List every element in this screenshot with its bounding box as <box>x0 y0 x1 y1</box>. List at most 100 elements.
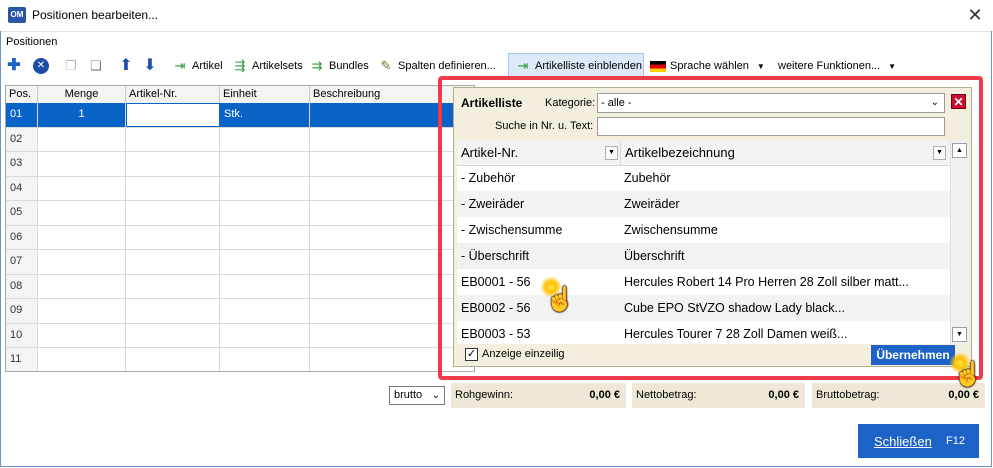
cell-einheit[interactable]: Stk. <box>220 103 310 127</box>
cell-pos[interactable]: 08 <box>6 274 38 298</box>
add-position-button[interactable]: ✚ <box>6 53 26 79</box>
table-row[interactable]: 10 <box>6 323 474 348</box>
move-down-button[interactable]: ⬇ <box>142 53 162 79</box>
cell-artikel-nr[interactable] <box>126 299 220 323</box>
cell-artikel-nr[interactable] <box>126 127 220 151</box>
cell-menge[interactable] <box>38 348 126 371</box>
bundles-label: Bundles <box>329 60 369 72</box>
col-header-artikel-nr[interactable]: Artikel-Nr. <box>126 86 220 103</box>
close-dialog-button[interactable]: Schließen F12 <box>858 424 979 458</box>
table-row[interactable]: 06 <box>6 225 474 250</box>
copy-button[interactable]: ❐ <box>63 53 83 79</box>
cell-pos[interactable]: 05 <box>6 201 38 225</box>
list-item[interactable]: - Zubehör Zubehör <box>457 165 950 191</box>
cell-einheit[interactable] <box>220 127 310 151</box>
col-header-bezeichnung[interactable]: Artikelbezeichnung <box>620 141 950 165</box>
table-row[interactable]: 08 <box>6 274 474 299</box>
scroll-up-icon[interactable]: ▲ <box>952 143 967 158</box>
table-row[interactable]: 01 1 Stk. <box>6 103 474 128</box>
table-row[interactable]: 02 <box>6 127 474 152</box>
cell-menge[interactable] <box>38 201 126 225</box>
filter-dropdown-icon[interactable]: ▼ <box>933 146 946 160</box>
cell-artikel-nr[interactable] <box>126 152 220 176</box>
cell-einheit[interactable] <box>220 152 310 176</box>
table-row[interactable]: 05 <box>6 201 474 226</box>
list-item[interactable]: - Zweiräder Zweiräder <box>457 191 950 217</box>
table-row[interactable]: 11 <box>6 348 474 371</box>
artikel-button[interactable]: ⇥ Artikel <box>172 53 223 79</box>
cell-artikel-nr[interactable] <box>126 274 220 298</box>
cell-menge[interactable] <box>38 152 126 176</box>
cell-menge[interactable] <box>38 299 126 323</box>
list-item[interactable]: - Überschrift Überschrift <box>457 243 950 269</box>
col-header-einheit[interactable]: Einheit <box>220 86 310 103</box>
einzeilig-checkbox[interactable]: ✓ <box>465 348 478 361</box>
cell-einheit[interactable] <box>220 274 310 298</box>
cell-artikel-nr[interactable] <box>126 103 220 127</box>
search-input[interactable] <box>597 117 945 136</box>
table-row[interactable]: 03 <box>6 152 474 177</box>
window-close-button[interactable]: ✕ <box>964 3 986 27</box>
cell-artikel-nr[interactable] <box>126 323 220 347</box>
filter-dropdown-icon[interactable]: ▼ <box>605 146 618 160</box>
cell-menge[interactable] <box>38 176 126 200</box>
cell-artikel-nr[interactable] <box>126 348 220 371</box>
cell-menge[interactable] <box>38 323 126 347</box>
artikel-bezeichnung-cell: Überschrift <box>624 249 685 263</box>
cell-menge[interactable] <box>38 127 126 151</box>
delete-position-button[interactable]: ✕ <box>33 53 53 79</box>
cell-einheit[interactable] <box>220 323 310 347</box>
chevron-down-icon: ⌄ <box>930 97 939 108</box>
cell-menge[interactable]: 1 <box>38 103 126 127</box>
cell-pos[interactable]: 01 <box>6 103 38 127</box>
scroll-down-icon[interactable]: ▼ <box>952 327 967 342</box>
cell-pos[interactable]: 10 <box>6 323 38 347</box>
cell-einheit[interactable] <box>220 225 310 249</box>
bundles-button[interactable]: ⇉ Bundles <box>309 53 369 79</box>
col-header-menge[interactable]: Menge <box>38 86 126 103</box>
list-item[interactable]: - Zwischensumme Zwischensumme <box>457 217 950 243</box>
move-up-button[interactable]: ⬆ <box>118 53 138 79</box>
cell-artikel-nr[interactable] <box>126 225 220 249</box>
list-item[interactable]: EB0001 - 56 Hercules Robert 14 Pro Herren… <box>457 269 950 295</box>
artikelsets-button[interactable]: ⇶ Artikelsets <box>232 53 303 79</box>
cell-pos[interactable]: 04 <box>6 176 38 200</box>
cell-artikel-nr[interactable] <box>126 176 220 200</box>
cell-einheit[interactable] <box>220 201 310 225</box>
cell-pos[interactable]: 06 <box>6 225 38 249</box>
table-row[interactable]: 09 <box>6 299 474 324</box>
cell-artikel-nr[interactable] <box>126 201 220 225</box>
list-item[interactable]: EB0002 - 56 Cube EPO StVZO shadow Lady bl… <box>457 295 950 321</box>
table-row[interactable]: 04 <box>6 176 474 201</box>
cell-einheit[interactable] <box>220 176 310 200</box>
kategorie-select[interactable]: - alle - ⌄ <box>597 93 945 113</box>
artikel-bezeichnung-cell: Zubehör <box>624 171 671 185</box>
cell-einheit[interactable] <box>220 299 310 323</box>
cell-pos[interactable]: 07 <box>6 250 38 274</box>
cell-pos[interactable]: 11 <box>6 348 38 371</box>
cell-pos[interactable]: 03 <box>6 152 38 176</box>
artikel-label: Artikel <box>192 60 223 72</box>
cell-menge[interactable] <box>38 225 126 249</box>
cell-einheit[interactable] <box>220 348 310 371</box>
german-flag-icon <box>650 60 666 72</box>
cell-pos[interactable]: 09 <box>6 299 38 323</box>
paste-button[interactable]: ❏ <box>88 53 108 79</box>
uebernehmen-button[interactable]: Übernehmen <box>871 345 955 365</box>
price-mode-select[interactable]: brutto ⌄ <box>389 386 445 405</box>
col-header-pos[interactable]: Pos. <box>6 86 38 103</box>
cell-menge[interactable] <box>38 274 126 298</box>
cell-pos[interactable]: 02 <box>6 127 38 151</box>
sprache-label: Sprache wählen <box>670 60 749 72</box>
copy-icon: ❐ <box>65 58 77 73</box>
cell-artikel-nr[interactable] <box>126 250 220 274</box>
cell-einheit[interactable] <box>220 250 310 274</box>
list-item[interactable]: EB0003 - 53 Hercules Tourer 7 28 Zoll Dam… <box>457 321 950 344</box>
col-header-artikel-nr-list[interactable]: Artikel-Nr. <box>457 141 621 165</box>
table-row[interactable]: 07 <box>6 250 474 275</box>
spalten-label: Spalten definieren... <box>398 60 496 72</box>
artikelliste-close-button[interactable]: ✕ <box>951 94 966 109</box>
artikel-list-scrollbar[interactable]: ▲ ▼ <box>950 141 969 344</box>
arrow-down-icon: ⬇ <box>143 57 157 74</box>
cell-menge[interactable] <box>38 250 126 274</box>
